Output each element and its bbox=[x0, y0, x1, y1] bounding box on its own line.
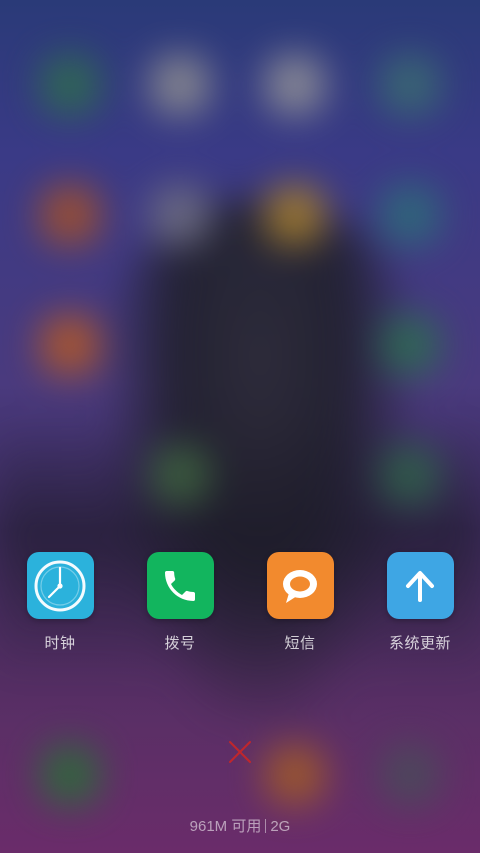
recent-app-dialer[interactable]: 拨号 bbox=[120, 552, 240, 662]
blurred-app-icon bbox=[380, 185, 440, 245]
blurred-app-icon bbox=[265, 185, 325, 245]
blurred-app-icon bbox=[380, 745, 440, 805]
blurred-app-icon bbox=[265, 55, 325, 115]
app-label: 拨号 bbox=[164, 634, 196, 652]
recents-screen: 时钟 拨号 短信 系统更新 961M 可用 2G bbox=[0, 0, 480, 853]
app-label: 时钟 bbox=[44, 634, 76, 652]
message-icon[interactable] bbox=[266, 552, 334, 619]
memory-available: 961M 可用 bbox=[189, 818, 262, 835]
blurred-app-icon bbox=[40, 315, 100, 375]
clear-all-button[interactable] bbox=[226, 738, 254, 766]
recent-app-messages[interactable]: 短信 bbox=[240, 552, 360, 662]
update-arrow-icon[interactable] bbox=[386, 552, 454, 619]
blurred-wallpaper bbox=[0, 0, 480, 853]
app-label: 系统更新 bbox=[388, 634, 451, 652]
blurred-app-icon bbox=[40, 745, 100, 805]
blurred-app-icon bbox=[380, 55, 440, 115]
blurred-app-icon bbox=[150, 445, 210, 505]
recent-app-clock[interactable]: 时钟 bbox=[0, 552, 120, 662]
clock-icon[interactable] bbox=[26, 552, 94, 619]
blurred-app-icon bbox=[40, 185, 100, 245]
memory-total: 2G bbox=[270, 818, 291, 835]
blurred-app-icon bbox=[380, 315, 440, 375]
blurred-app-icon bbox=[380, 445, 440, 505]
recent-app-system-update[interactable]: 系统更新 bbox=[360, 552, 480, 662]
divider bbox=[265, 819, 267, 833]
app-label: 短信 bbox=[284, 634, 316, 652]
phone-icon[interactable] bbox=[146, 552, 214, 619]
blurred-app-icon bbox=[40, 55, 100, 115]
recent-apps-list: 时钟 拨号 短信 系统更新 bbox=[0, 552, 480, 662]
close-icon[interactable] bbox=[227, 739, 253, 765]
blurred-app-icon bbox=[150, 185, 210, 245]
blurred-app-icon bbox=[150, 55, 210, 115]
blurred-app-icon bbox=[265, 745, 325, 805]
memory-status: 961M 可用 2G bbox=[0, 815, 480, 836]
